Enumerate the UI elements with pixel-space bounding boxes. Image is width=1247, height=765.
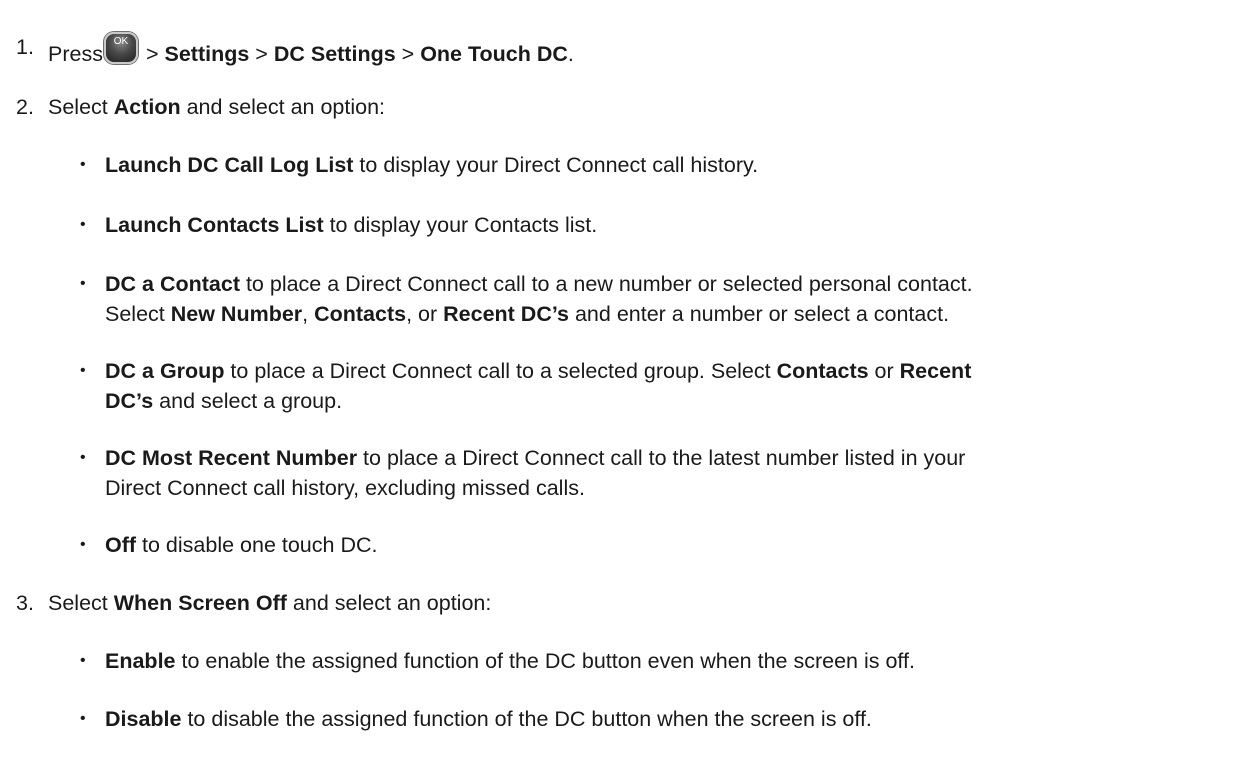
bullet-icon: •: [80, 449, 86, 466]
step-number: 1.: [16, 35, 34, 59]
bullet-icon: •: [80, 156, 86, 173]
bullet-icon: •: [80, 652, 86, 669]
menu-dc-settings: DC Settings: [273, 42, 396, 66]
bullet-icon: •: [80, 216, 86, 233]
step-text: Select When Screen Off and select an opt…: [48, 591, 492, 615]
bullet-icon: •: [80, 536, 86, 553]
instructions-document: 1. Press OK > Settings > DC Settings > On…: [0, 0, 1247, 765]
menu-settings: Settings: [164, 42, 250, 66]
step-number: 3.: [16, 591, 34, 615]
menu-one-touch-dc: One Touch DC: [420, 42, 568, 66]
step-text: Press OK > Settings > DC Settings > One T…: [48, 32, 574, 69]
ok-key-icon: OK: [103, 32, 138, 64]
step-text: Select Action and select an option:: [48, 95, 386, 119]
bullet-icon: •: [80, 362, 86, 379]
bullet-icon: •: [80, 275, 86, 292]
bullet-icon: •: [80, 710, 86, 727]
step-number: 2.: [16, 95, 34, 119]
